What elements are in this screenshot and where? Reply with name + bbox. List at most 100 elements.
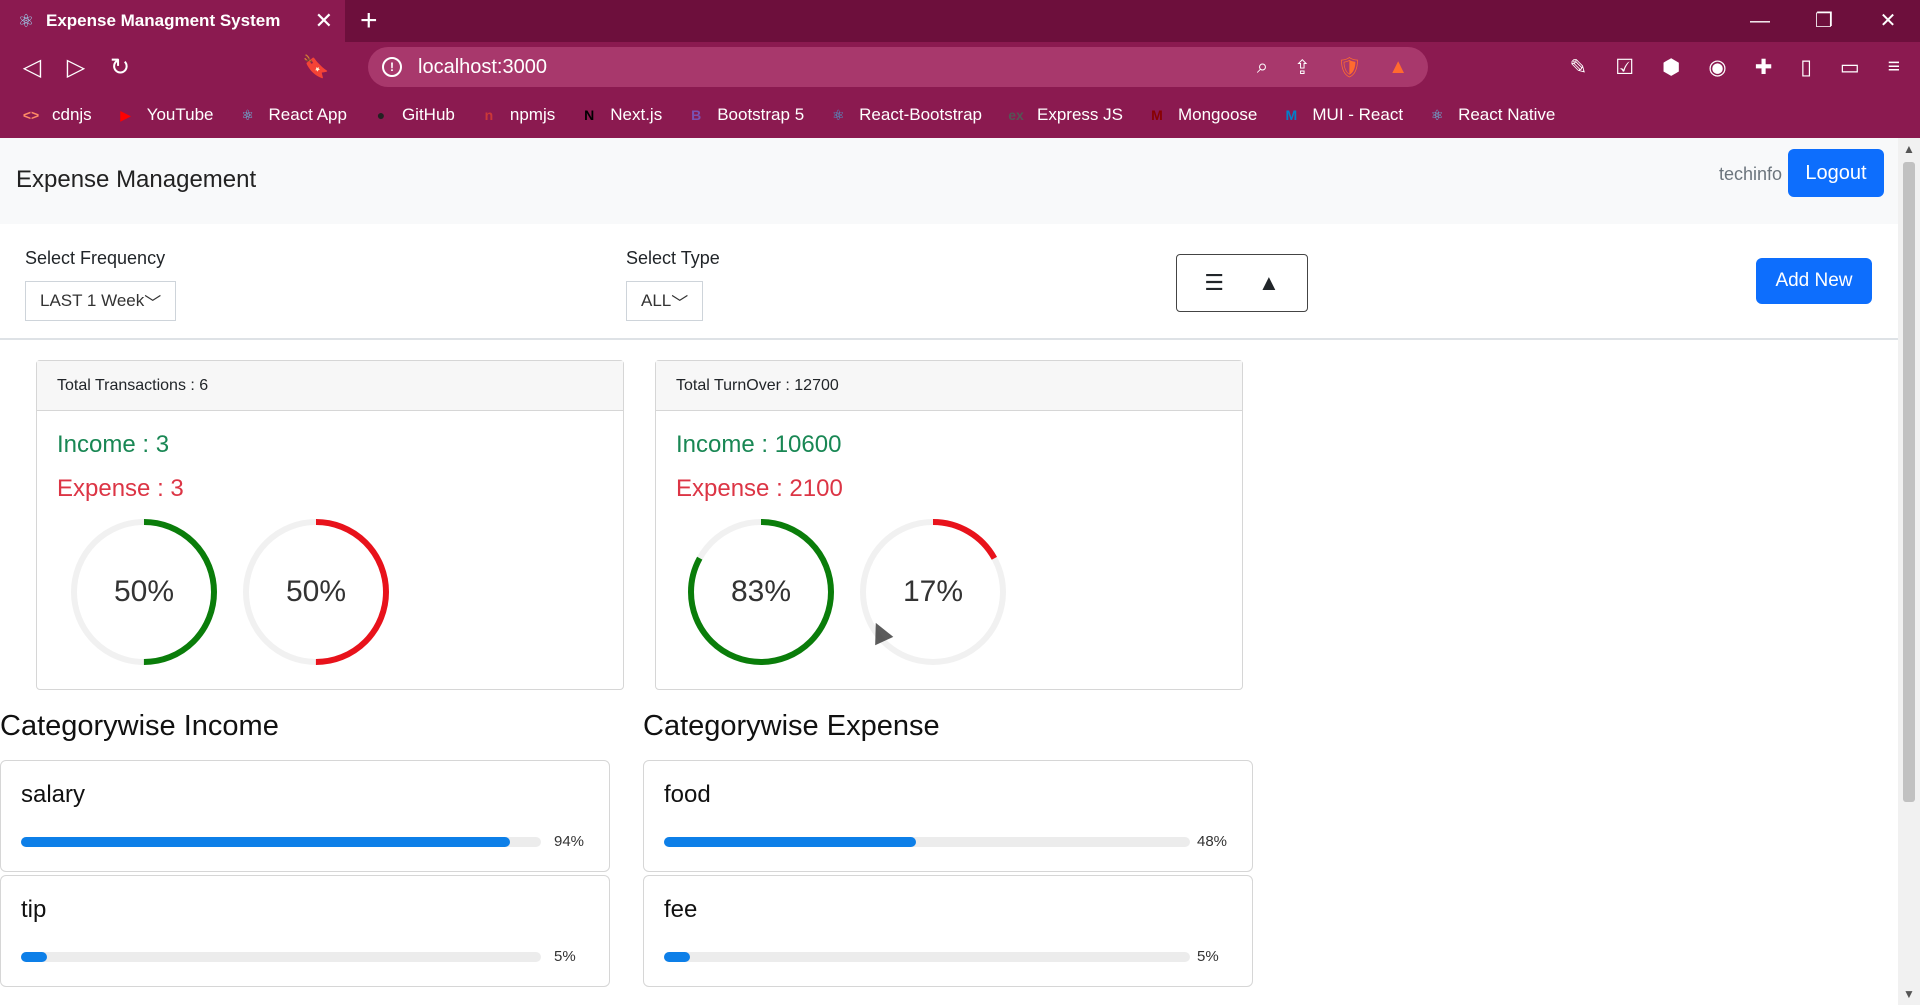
bookmark-label: Next.js [610,105,663,124]
list-view-icon[interactable]: ☰ [1204,270,1224,296]
bookmark-item[interactable]: ⚛ React-Bootstrap [827,104,982,126]
browser-tab[interactable]: ⚛ Expense Managment System ✕ [0,0,345,42]
brave-shields-icon[interactable]: 🛡 [1337,55,1362,80]
category-card: food 48% [643,760,1253,872]
expense-amount: Expense : 2100 [676,475,843,502]
add-new-button[interactable]: Add New [1756,258,1872,304]
bookmark-label: React Native [1458,105,1556,124]
category-progress-track [21,952,541,962]
income-percent: 50% [113,575,175,608]
category-name: salary [21,781,86,808]
category-card: salary 94% [0,760,610,872]
checklist-extension-icon[interactable]: ☑ [1615,55,1634,80]
frequency-select[interactable]: LAST 1 Week ﹀ [25,281,177,321]
bookmark-favicon-icon: ▶ [120,107,132,123]
react-favicon-icon: ⚛ [17,11,35,31]
zoom-icon[interactable]: ⌕ [1257,56,1268,79]
bookmark-label: React App [268,105,347,124]
bookmark-favicon-icon: ⚛ [831,107,845,123]
back-icon[interactable]: ◁ [10,53,54,82]
income-progress-ring: 50% [69,517,219,667]
category-progress-bar [664,952,691,962]
url-text[interactable]: localhost:3000 [418,56,547,79]
bookmark-label: npmjs [509,105,556,124]
bookmark-item[interactable]: N Next.js [578,104,662,126]
page-scrollbar[interactable]: ▲ ▼ [1898,138,1920,1005]
bookmark-item[interactable]: M Mongoose [1146,104,1257,126]
total-transactions-card: Total Transactions : 6 Income : 3 Expens… [36,360,624,690]
window-controls: — ❐ ✕ [1728,0,1920,42]
extensions-puzzle-icon[interactable]: ✚ [1755,55,1773,80]
expense-progress-ring: 50% [241,517,391,667]
scrollbar-thumb[interactable] [1903,162,1915,802]
category-percent: 94% [554,833,585,850]
bookmark-item[interactable]: ▶ YouTube [115,104,213,126]
app-root: Expense Management techinfo Logout Selec… [0,138,1898,1005]
bookmark-label: React-Bootstrap [859,105,982,124]
bookmark-favicon-icon: <> [22,107,40,123]
type-filter: Select Type ALL ﹀ [626,248,720,321]
bookmark-favicon-icon: ⚛ [241,107,254,123]
pen-extension-icon[interactable]: ✎ [1570,55,1588,80]
omnibox[interactable]: ! localhost:3000 ⌕ ⇪ 🛡 ▲ [368,47,1428,87]
filter-bar: Select Frequency LAST 1 Week ﹀ Select Ty… [0,224,1898,340]
tab-close-icon[interactable]: ✕ [315,8,333,34]
bookmark-label: cdnjs [52,105,92,124]
forward-icon[interactable]: ▷ [54,53,98,82]
hexagon-extension-icon[interactable]: ⬢ [1662,55,1680,80]
extension-icons: ✎ ☑ ⬢ ◉ ✚ ▯ ▭ ≡ [1570,42,1900,92]
bookmark-favicon-icon: ⚛ [1430,107,1444,123]
bookmark-favicon-icon: M [1285,107,1298,123]
bookmark-label: GitHub [401,105,455,124]
category-progress-track [21,837,541,847]
bookmark-item[interactable]: ex Express JS [1005,104,1123,126]
category-progress-bar [21,837,510,847]
categorywise-income-heading: Categorywise Income [0,710,279,742]
spy-extension-icon[interactable]: ◉ [1708,55,1726,80]
brand-title[interactable]: Expense Management [16,166,256,194]
bookmark-item[interactable]: M MUI - React [1280,104,1404,126]
chart-view-icon[interactable]: ▲ [1258,270,1280,296]
new-tab-button[interactable]: + [360,6,378,36]
bookmark-page-icon[interactable]: 🔖 [302,54,329,80]
card-header: Total Transactions : 6 [37,361,623,411]
category-card: tip 5% [0,875,610,987]
brave-rewards-icon[interactable]: ▲ [1388,56,1408,79]
category-name: tip [21,896,47,923]
expense-percent: 17% [902,575,964,608]
restore-button[interactable]: ❐ [1792,0,1856,42]
frequency-label: Select Frequency [25,248,166,268]
scroll-down-icon[interactable]: ▼ [1898,987,1920,1001]
type-label: Select Type [626,248,720,268]
bookmark-item[interactable]: B Bootstrap 5 [685,104,804,126]
expense-percent: 50% [285,575,347,608]
category-percent: 5% [1197,948,1219,965]
view-toggle: ☰ ▲ [1176,254,1308,312]
category-card: fee 5% [643,875,1253,987]
wallet-icon[interactable]: ▭ [1840,55,1860,80]
bookmark-item[interactable]: n npmjs [478,104,556,126]
minimize-button[interactable]: — [1728,0,1792,42]
tab-title: Expense Managment System [46,11,281,30]
sidebar-icon[interactable]: ▯ [1800,55,1812,80]
share-icon[interactable]: ⇪ [1294,55,1311,80]
site-info-icon[interactable]: ! [382,57,402,77]
address-bar-row: ◁ ▷ ↻ 🔖 ! localhost:3000 ⌕ ⇪ 🛡 ▲ ✎ ☑ ⬢ ◉… [0,42,1920,92]
chevron-down-icon: ﹀ [671,293,689,313]
category-name: fee [664,896,698,923]
bookmark-label: Bootstrap 5 [717,105,805,124]
bookmark-item[interactable]: <> cdnjs [20,104,92,126]
close-window-button[interactable]: ✕ [1856,0,1920,42]
bookmark-favicon-icon: n [484,107,494,123]
scroll-up-icon[interactable]: ▲ [1898,142,1920,156]
bookmark-item[interactable]: ⚛ React Native [1426,104,1556,126]
logout-button[interactable]: Logout [1788,149,1884,197]
reload-icon[interactable]: ↻ [98,53,142,82]
menu-icon[interactable]: ≡ [1888,55,1900,79]
bookmark-favicon-icon: ex [1008,107,1024,123]
bookmark-item[interactable]: ● GitHub [370,104,455,126]
type-select[interactable]: ALL ﹀ [626,281,704,321]
frequency-value: LAST 1 Week [40,291,145,310]
bookmark-item[interactable]: ⚛ React App [237,104,347,126]
bookmark-favicon-icon: N [584,107,595,123]
